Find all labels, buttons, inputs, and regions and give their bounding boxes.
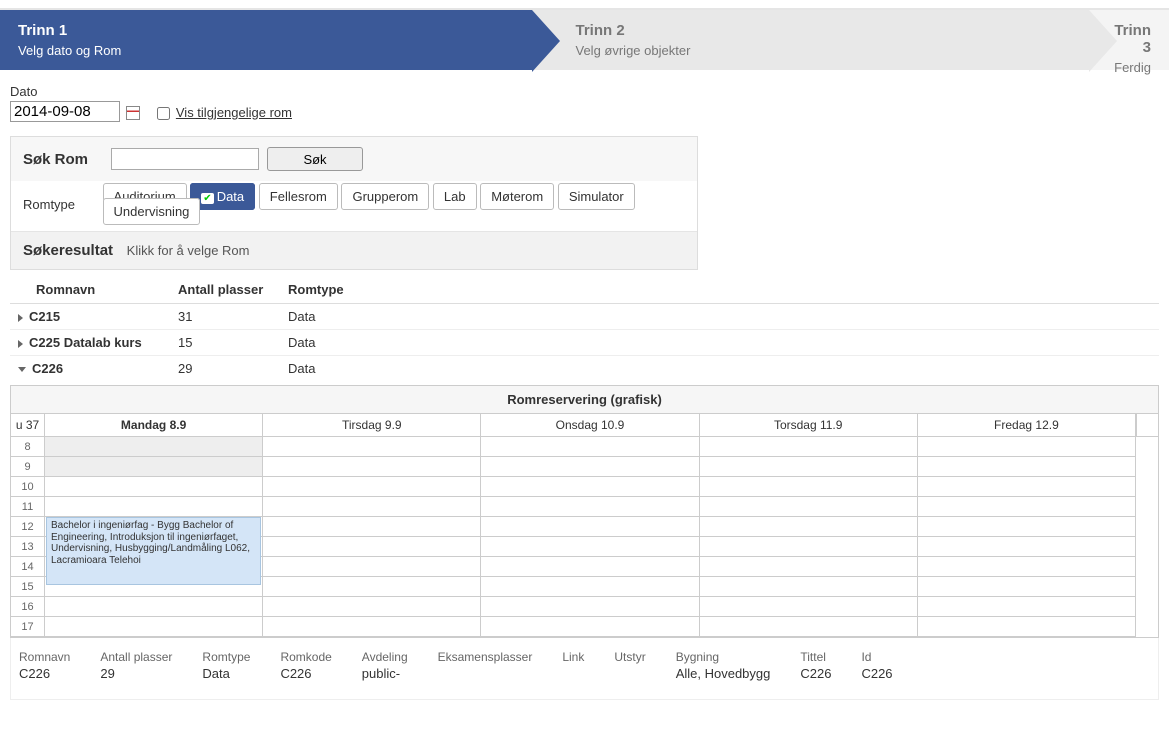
step-wizard: Trinn 1 Velg dato og Rom Trinn 2 Velg øv… xyxy=(0,8,1169,70)
calendar-icon[interactable] xyxy=(126,106,140,120)
results-hint: Klikk for å velge Rom xyxy=(127,243,250,258)
day-column[interactable] xyxy=(918,437,1136,637)
calendar: u 37 Mandag 8.9Tirsdag 9.9Onsdag 10.9Tor… xyxy=(10,413,1159,638)
results-table: Romnavn Antall plasser Romtype C21531Dat… xyxy=(10,276,1159,381)
romtype-chip-grupperom[interactable]: Grupperom xyxy=(341,183,429,210)
search-label: Søk Rom xyxy=(23,151,103,168)
show-available-label[interactable]: Vis tilgjengelige rom xyxy=(176,105,292,120)
dato-input[interactable] xyxy=(10,101,120,122)
romtype-chip-data[interactable]: Data xyxy=(190,183,255,210)
hour-label: 11 xyxy=(11,497,44,517)
hour-label: 17 xyxy=(11,617,44,637)
step-2-title: Trinn 2 xyxy=(576,22,1072,39)
hour-label: 16 xyxy=(11,597,44,617)
calendar-title: Romreservering (grafisk) xyxy=(10,385,1159,413)
show-available-checkbox[interactable] xyxy=(157,107,170,120)
romtype-chip-møterom[interactable]: Møterom xyxy=(480,183,554,210)
table-row[interactable]: C225 Datalab kurs15Data xyxy=(10,330,1159,356)
hour-label: 9 xyxy=(11,457,44,477)
chevron-right-icon[interactable] xyxy=(18,340,23,348)
romtype-chip-lab[interactable]: Lab xyxy=(433,183,477,210)
romtype-row: Romtype Auditorium Data Fellesrom Gruppe… xyxy=(11,181,697,231)
day-header[interactable]: Tirsdag 9.9 xyxy=(263,414,481,436)
results-header: Søkeresultat xyxy=(23,242,113,259)
week-label: u 37 xyxy=(11,414,45,436)
step-1: Trinn 1 Velg dato og Rom xyxy=(0,10,532,70)
dato-label: Dato xyxy=(10,84,1159,99)
col-plasser: Antall plasser xyxy=(170,276,280,304)
romtype-label: Romtype xyxy=(23,197,97,212)
day-column[interactable] xyxy=(481,437,699,637)
hour-label: 12 xyxy=(11,517,44,537)
step-1-sub: Velg dato og Rom xyxy=(18,43,514,58)
day-header[interactable]: Mandag 8.9 xyxy=(45,414,263,436)
hour-label: 14 xyxy=(11,557,44,577)
chevron-right-icon[interactable] xyxy=(18,314,23,322)
table-row[interactable]: C21531Data xyxy=(10,304,1159,330)
day-column[interactable] xyxy=(263,437,481,637)
romtype-chip-fellesrom[interactable]: Fellesrom xyxy=(259,183,338,210)
romtype-chip-simulator[interactable]: Simulator xyxy=(558,183,635,210)
table-row[interactable]: C22629Data xyxy=(10,356,1159,382)
romtype-chip-undervisning[interactable]: Undervisning xyxy=(103,198,201,225)
step-2-sub: Velg øvrige objekter xyxy=(576,43,1072,58)
chevron-down-icon[interactable] xyxy=(18,367,26,372)
search-button[interactable]: Søk xyxy=(267,147,363,171)
search-input[interactable] xyxy=(111,148,259,170)
day-column[interactable]: Bachelor i ingeniørfag - Bygg Bachelor o… xyxy=(45,437,263,637)
day-column[interactable] xyxy=(700,437,918,637)
hour-label: 13 xyxy=(11,537,44,557)
col-romnavn: Romnavn xyxy=(10,276,170,304)
hour-label: 8 xyxy=(11,437,44,457)
hour-label: 15 xyxy=(11,577,44,597)
calendar-event[interactable]: Bachelor i ingeniørfag - Bygg Bachelor o… xyxy=(46,517,261,585)
search-panel: Søk Rom Søk Romtype Auditorium Data Fell… xyxy=(10,136,698,270)
hour-label: 10 xyxy=(11,477,44,497)
day-header[interactable]: Torsdag 11.9 xyxy=(700,414,918,436)
col-romtype: Romtype xyxy=(280,276,1159,304)
step-1-title: Trinn 1 xyxy=(18,22,514,39)
room-details: RomnavnC226 Antall plasser29 RomtypeData… xyxy=(10,638,1159,700)
day-header[interactable]: Onsdag 10.9 xyxy=(481,414,699,436)
day-header[interactable]: Fredag 12.9 xyxy=(918,414,1136,436)
step-2[interactable]: Trinn 2 Velg øvrige objekter xyxy=(532,10,1090,70)
